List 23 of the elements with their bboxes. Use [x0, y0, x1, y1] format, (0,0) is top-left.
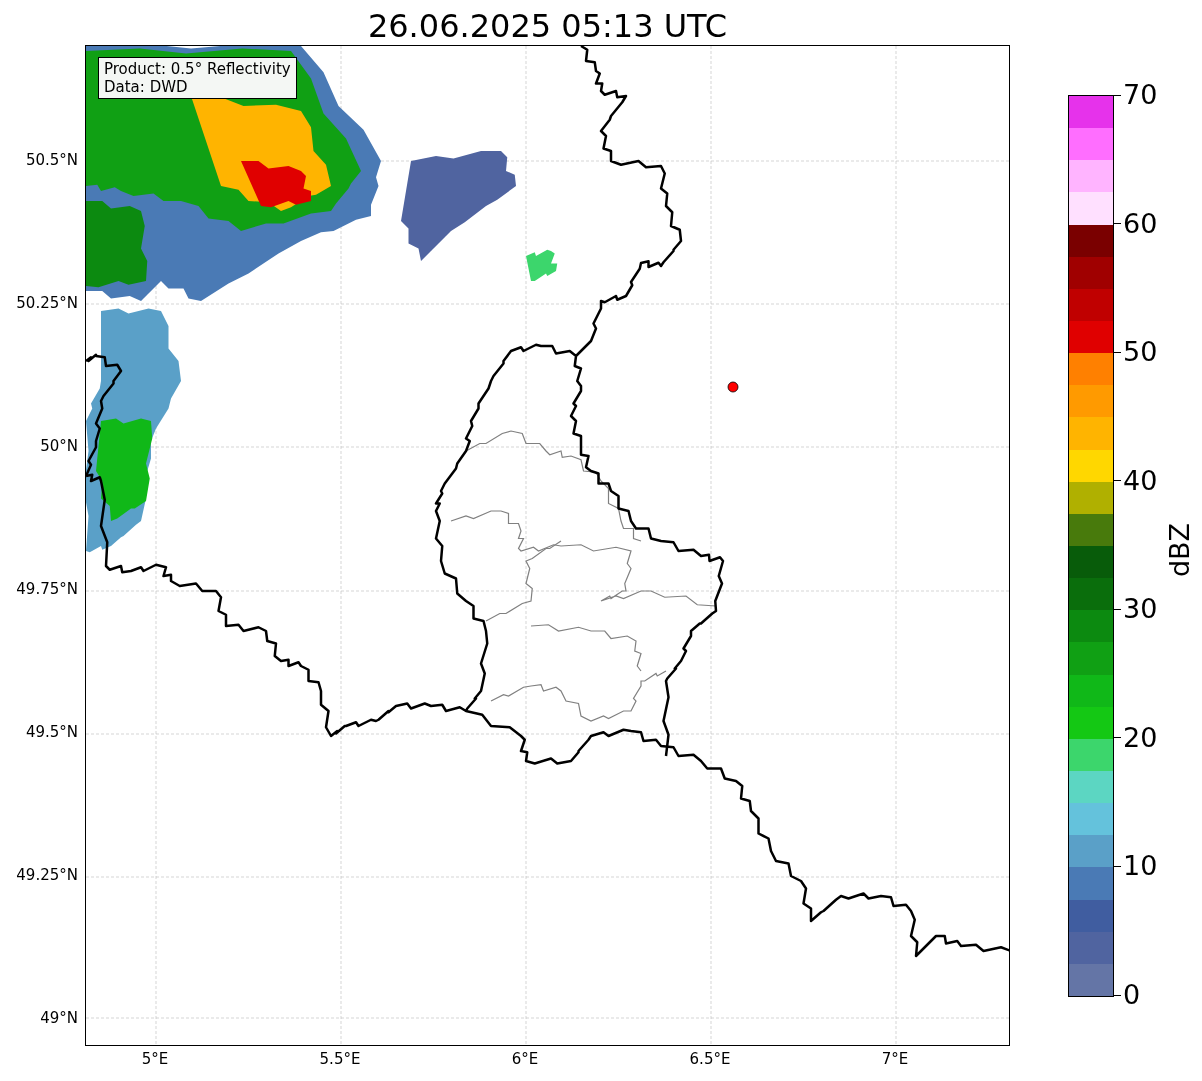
latitude-label: 49.5°N: [25, 723, 78, 741]
longitude-label: 5°E: [141, 1050, 169, 1068]
longitude-label: 5.5°E: [319, 1050, 361, 1068]
colorbar-label: dBZ: [1165, 522, 1195, 578]
colorbar-tick-label: 10: [1123, 851, 1158, 882]
latitude-label: 50.5°N: [25, 151, 78, 169]
colorbar-tick-label: 40: [1123, 465, 1158, 496]
latitude-label: 49.75°N: [16, 580, 78, 598]
latitude-label: 49.25°N: [16, 866, 78, 884]
info-box: Product: 0.5° Reflectivity Data: DWD: [98, 57, 297, 99]
colorbar-tick-label: 0: [1123, 980, 1141, 1010]
latitude-label: 49°N: [40, 1009, 78, 1027]
colorbar-tick-label: 60: [1123, 208, 1158, 239]
longitude-label: 7°E: [881, 1050, 909, 1068]
latitude-label: 50.25°N: [16, 294, 78, 312]
chart-title: 26.06.2025 05:13 UTC: [367, 6, 728, 46]
colorbar-tick-label: 50: [1123, 337, 1158, 368]
longitude-label: 6.5°E: [689, 1050, 731, 1068]
longitude-label: 6°E: [511, 1050, 539, 1068]
latitude-label: 50°N: [40, 437, 78, 455]
colorbar-tick-label: 20: [1123, 722, 1158, 753]
colorbar-tick-label: 70: [1123, 80, 1158, 110]
colorbar-tick-label: 30: [1123, 594, 1158, 625]
